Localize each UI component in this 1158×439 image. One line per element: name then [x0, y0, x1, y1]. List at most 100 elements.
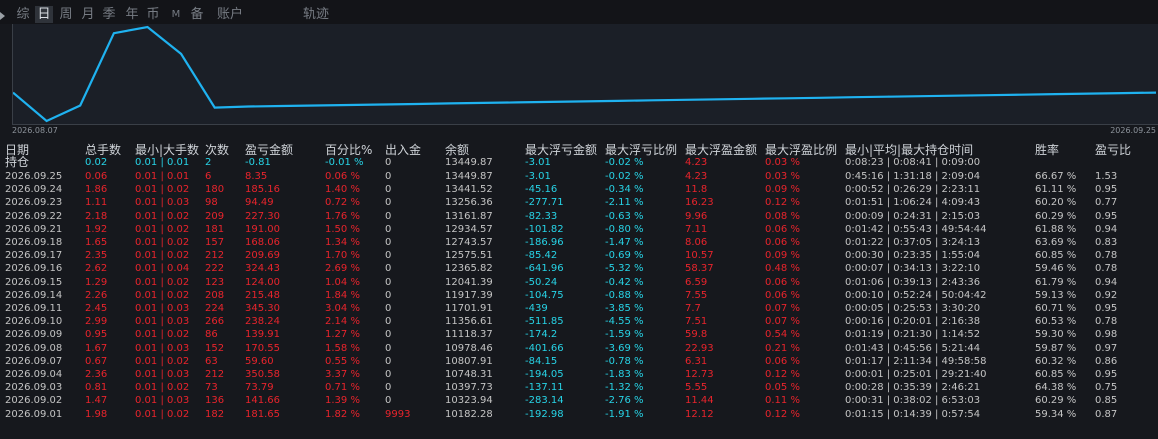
cell-pct: 0.71 %: [325, 382, 360, 394]
cell-hold_time: 0:00:31 | 0:38:02 | 6:53:03: [845, 395, 981, 407]
cell-max_gain_pct: 0.09 %: [765, 184, 800, 196]
cell-max_gain: 22.93: [685, 342, 714, 354]
cell-pl_ratio: 0.85: [1095, 395, 1118, 407]
cell-max_gain: 12.12: [685, 408, 714, 420]
cell-count: 212: [205, 250, 225, 262]
table-row[interactable]: 2026.09.17 2.35 0.01 | 0.02 212 209.69 1.70 %…: [0, 249, 1158, 262]
tab-7[interactable]: M: [168, 6, 184, 23]
cell-winrate: 60.20 %: [1035, 197, 1077, 209]
cell-pct: 2.69 %: [325, 263, 360, 275]
cell-hold_time: 0:01:06 | 0:39:13 | 2:43:36: [845, 276, 981, 288]
cell-minmax: 0.01 | 0.02: [135, 237, 190, 248]
cell-max_gain_pct: 0.06 %: [765, 276, 800, 288]
table-row[interactable]: 2026.09.07 0.67 0.01 | 0.02 63 59.60 0.55 % 0 1…: [0, 355, 1158, 368]
cell-balance: 10978.46: [445, 342, 493, 354]
tab-6[interactable]: 币: [144, 6, 162, 23]
cell-max_loss: -85.42: [525, 250, 558, 262]
cell-winrate: 60.32 %: [1035, 355, 1077, 367]
tab-4[interactable]: 季: [100, 6, 118, 23]
cell-lots: 0.81: [85, 382, 108, 394]
holding-row[interactable]: 持仓 0.02 0.01 | 0.01 2 -0.81 -0.01 % 0 13449.87 -…: [0, 156, 1158, 169]
cell-pct: -0.01 %: [325, 157, 364, 168]
cell-count: 208: [205, 289, 225, 301]
cell-max_loss_pct: -0.02 %: [605, 171, 644, 182]
cell-pnl: -0.81: [245, 157, 271, 168]
cell-pct: 1.40 %: [325, 184, 360, 196]
table-row[interactable]: 2026.09.23 1.11 0.01 | 0.03 98 94.49 0.72 % 0 1…: [0, 196, 1158, 209]
cell-max_gain: 8.06: [685, 237, 708, 248]
cell-deposit: 9993: [385, 408, 411, 420]
collapse-arrow-icon[interactable]: [0, 12, 5, 20]
cell-max_loss: -194.05: [525, 369, 564, 380]
table-row[interactable]: 2026.09.25 0.06 0.01 | 0.01 6 8.35 0.06 % 0 134…: [0, 170, 1158, 183]
tab-3[interactable]: 月: [79, 6, 97, 23]
cell-hold_time: 0:01:22 | 0:37:05 | 3:24:13: [845, 237, 981, 248]
cell-max_gain: 11.44: [685, 395, 714, 407]
cell-hold_time: 0:01:19 | 0:21:30 | 1:14:52: [845, 329, 981, 341]
tab-9[interactable]: 账户: [214, 6, 246, 23]
table-row[interactable]: 2026.09.09 0.95 0.01 | 0.02 86 139.91 1.27 % 0…: [0, 328, 1158, 341]
table-row[interactable]: 2026.09.24 1.86 0.01 | 0.02 180 185.16 1.40 %…: [0, 183, 1158, 196]
cell-max_loss_pct: -1.83 %: [605, 369, 644, 380]
cell-max_gain_pct: 0.06 %: [765, 355, 800, 367]
tab-2[interactable]: 周: [57, 6, 75, 23]
cell-minmax: 0.01 | 0.02: [135, 408, 190, 420]
table-row[interactable]: 2026.09.10 2.99 0.01 | 0.03 266 238.24 2.14 %…: [0, 315, 1158, 328]
tab-10[interactable]: 轨迹: [300, 6, 332, 23]
cell-max_gain_pct: 0.06 %: [765, 237, 800, 248]
table-row[interactable]: 2026.09.02 1.47 0.01 | 0.03 136 141.66 1.39 %…: [0, 394, 1158, 407]
tab-8[interactable]: 备: [188, 6, 206, 23]
cell-max_loss_pct: -0.69 %: [605, 250, 644, 262]
table-row[interactable]: 2026.09.14 2.26 0.01 | 0.02 208 215.48 1.84 %…: [0, 289, 1158, 302]
cell-date: 2026.09.24: [5, 184, 63, 196]
cell-hold_time: 0:00:05 | 0:25:53 | 3:30:20: [845, 303, 981, 314]
cell-pl_ratio: 0.95: [1095, 210, 1118, 222]
cell-balance: 12934.57: [445, 223, 493, 235]
cell-minmax: 0.01 | 0.03: [135, 342, 190, 354]
table-row[interactable]: 2026.09.18 1.65 0.01 | 0.02 157 168.06 1.34 %…: [0, 236, 1158, 249]
cell-max_gain_pct: 0.07 %: [765, 316, 800, 328]
cell-pct: 2.14 %: [325, 316, 360, 328]
cell-pl_ratio: 0.95: [1095, 303, 1118, 314]
cell-date: 2026.09.10: [5, 316, 63, 328]
cell-max_loss: -192.98: [525, 408, 564, 420]
cell-max_gain: 9.96: [685, 210, 708, 222]
tab-0[interactable]: 综: [14, 6, 32, 23]
table-row[interactable]: 2026.09.01 1.98 0.01 | 0.02 182 181.65 1.82 %…: [0, 408, 1158, 421]
table-row[interactable]: 2026.09.03 0.81 0.01 | 0.02 73 73.79 0.71 % 0 1…: [0, 381, 1158, 394]
table-row[interactable]: 2026.09.15 1.29 0.01 | 0.02 123 124.00 1.04 %…: [0, 276, 1158, 289]
table-row[interactable]: 2026.09.16 2.62 0.01 | 0.04 222 324.43 2.69 %…: [0, 262, 1158, 275]
cell-max_gain: 6.31: [685, 355, 708, 367]
cell-count: 136: [205, 395, 225, 407]
cell-balance: 13441.52: [445, 184, 493, 196]
table-row[interactable]: 2026.09.22 2.18 0.01 | 0.02 209 227.30 1.76 %…: [0, 210, 1158, 223]
cell-max_gain_pct: 0.21 %: [765, 342, 800, 354]
cell-deposit: 0: [385, 329, 392, 341]
cell-pnl: 350.58: [245, 369, 280, 380]
cell-max_gain_pct: 0.12 %: [765, 369, 800, 380]
cell-winrate: 63.69 %: [1035, 237, 1077, 248]
cell-max_loss: -84.15: [525, 355, 558, 367]
cell-max_loss: -277.71: [525, 197, 564, 209]
cell-pnl: 8.35: [245, 171, 268, 182]
cell-date: 2026.09.01: [5, 408, 63, 420]
cell-pct: 0.55 %: [325, 355, 360, 367]
cell-deposit: 0: [385, 276, 392, 288]
cell-winrate: 60.71 %: [1035, 303, 1077, 314]
cell-date: 2026.09.18: [5, 237, 63, 248]
cell-pct: 1.04 %: [325, 276, 360, 288]
cell-minmax: 0.01 | 0.02: [135, 382, 190, 394]
tab-5[interactable]: 年: [123, 6, 141, 23]
table-row[interactable]: 2026.09.04 2.36 0.01 | 0.03 212 350.58 3.37 %…: [0, 368, 1158, 381]
table-row[interactable]: 2026.09.21 1.92 0.01 | 0.02 181 191.00 1.50 %…: [0, 223, 1158, 236]
cell-count: 157: [205, 237, 225, 248]
table-row[interactable]: 2026.09.11 2.45 0.01 | 0.03 224 345.30 3.04 %…: [0, 302, 1158, 315]
cell-max_loss: -137.11: [525, 382, 564, 394]
cell-minmax: 0.01 | 0.02: [135, 184, 190, 196]
cell-pnl: 168.06: [245, 237, 280, 248]
tab-1[interactable]: 日: [35, 6, 53, 23]
cell-pl_ratio: 0.78: [1095, 250, 1118, 262]
cell-max_gain: 11.8: [685, 184, 708, 196]
cell-deposit: 0: [385, 342, 392, 354]
table-row[interactable]: 2026.09.08 1.67 0.01 | 0.03 152 170.55 1.58 %…: [0, 342, 1158, 355]
